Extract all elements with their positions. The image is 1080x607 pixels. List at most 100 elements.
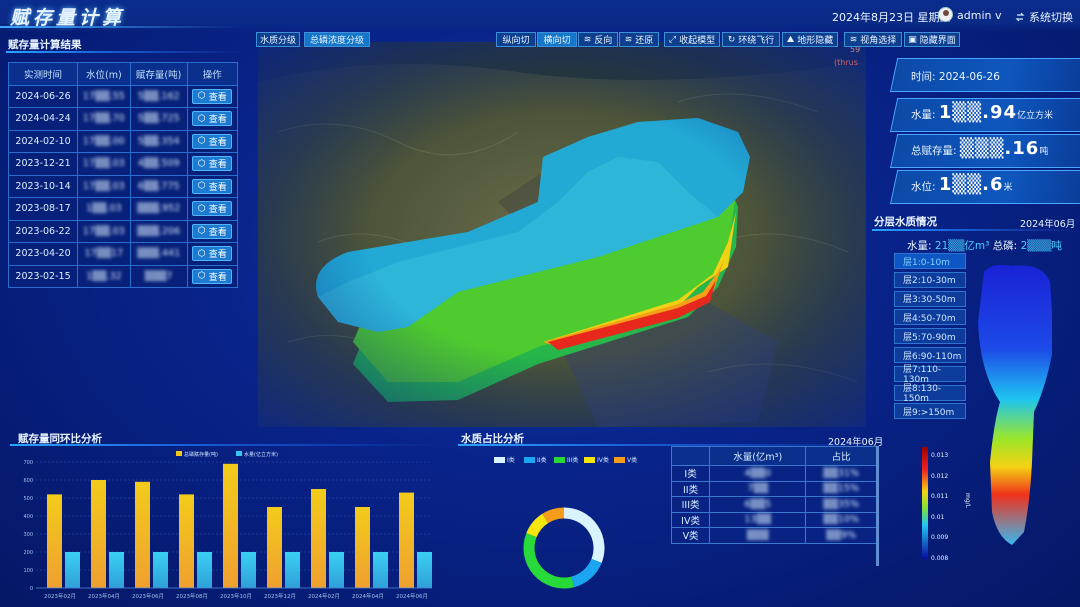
bar-water	[373, 552, 388, 588]
view-label: 查看	[208, 92, 227, 103]
user-menu[interactable]: admin v	[957, 9, 1001, 22]
cube-icon: ⬡	[197, 113, 206, 124]
row-action: ⬡ 查看	[186, 107, 239, 131]
hide-ui-button[interactable]: ▣ 隐藏界面	[904, 32, 960, 47]
header: 赋存量计算 2024年8月23日 星期五 admin v 系统切换	[0, 0, 1080, 32]
restore-button[interactable]: ≋ 还原	[619, 32, 659, 47]
longitudinal-cut-button[interactable]: 纵向切	[496, 32, 536, 47]
row-amount: 5▒▒.725	[129, 107, 188, 131]
layer-item[interactable]: 层3:30-50m	[894, 290, 966, 307]
view-button[interactable]: ⬡ 查看	[192, 178, 233, 194]
row-level: 17▒▒.03	[77, 174, 131, 198]
tab-tp-grade[interactable]: 总磷浓度分级	[304, 32, 370, 47]
wq-water-value: 13▒▒	[744, 514, 772, 526]
row-action: ⬡ 查看	[186, 152, 239, 176]
system-switch-button[interactable]: 系统切换	[1015, 9, 1073, 25]
view-button[interactable]: ⬡ 查看	[192, 133, 233, 149]
row-date: 2023-08-17	[7, 197, 79, 221]
water-value: 1▒▒.94	[938, 102, 1017, 123]
hide-ui-label: 隐藏界面	[919, 36, 956, 46]
col-action: 操作	[186, 62, 239, 86]
datetime: 2024年8月23日 星期五	[832, 9, 951, 25]
donut-slice	[563, 507, 605, 563]
legend-label: I类	[507, 457, 515, 464]
layer-item[interactable]: 层5:70-90m	[894, 328, 966, 345]
layer-item[interactable]: 层1:0-10m	[894, 253, 966, 269]
time-row: 时间: 2024-06-26	[911, 69, 1000, 84]
colorbar-tick: 0.01	[931, 513, 945, 521]
view-label: 查看	[208, 272, 227, 283]
colorbar-tick: 0.012	[931, 472, 949, 480]
bar-water	[241, 552, 256, 588]
view-button[interactable]: ⬡ 查看	[192, 223, 233, 239]
3d-map-view[interactable]	[258, 42, 866, 427]
row-level: 17▒▒.03	[77, 219, 131, 243]
y-tick-label: 100	[23, 568, 33, 574]
row-amount: 5▒▒.354	[129, 129, 188, 153]
calc-results-table: 实测时间 水位(m) 赋存量(吨) 操作 2024-06-26 17▒▒.55 …	[7, 62, 239, 288]
layer-item[interactable]: 层9:>150m	[894, 403, 966, 420]
bar-water	[153, 552, 168, 588]
wq-scrollbar[interactable]	[876, 446, 879, 566]
legend-item: I类	[494, 455, 515, 464]
water-label: 水量:	[911, 109, 936, 121]
storage-value: ▒▒▒.16	[959, 138, 1040, 159]
bar-tp	[267, 507, 282, 588]
collapse-model-button[interactable]: ⤢ 收起模型	[664, 32, 720, 47]
x-tick-label: 2023年08月	[176, 592, 208, 600]
transverse-cut-button[interactable]: 横向切	[537, 32, 577, 47]
avatar[interactable]	[938, 7, 953, 22]
view-button[interactable]: ⬡ 查看	[192, 246, 233, 262]
layer-date: 2024年06月	[1020, 219, 1076, 230]
row-amount-value: 5▒▒.354	[137, 135, 180, 147]
view-button[interactable]: ⬡ 查看	[192, 201, 233, 217]
y-tick-label: 0	[30, 586, 33, 592]
water-quality-table: 水量(亿m³) 占比 I类 4▒▒0 ▒▒31% II类 7▒▒ ▒▒15% III…	[670, 446, 877, 544]
wq-ratio: ▒▒35%	[805, 496, 877, 513]
layers-icon: ≋	[583, 34, 592, 45]
time-value: 2024-06-26	[938, 71, 1000, 83]
y-tick-label: 600	[23, 478, 33, 484]
water-unit: 亿立方米	[1017, 111, 1054, 121]
storage-label: 总赋存量:	[911, 145, 957, 157]
hide-terrain-button[interactable]: ⛰ 地形隐藏	[782, 32, 838, 47]
layer-p-label: 总磷:	[992, 240, 1018, 252]
bar-tp	[135, 481, 150, 588]
bar-water	[109, 552, 124, 588]
row-level-value: 1▒▒.32	[85, 270, 122, 282]
col-level: 水位(m)	[77, 62, 131, 86]
storage-row: 总赋存量: ▒▒▒.16吨	[911, 138, 1048, 159]
layer-item[interactable]: 层2:10-30m	[894, 271, 966, 288]
y-tick-label: 500	[23, 496, 33, 502]
row-amount: ▒▒▒.441	[129, 242, 188, 266]
view-button[interactable]: ⬡ 查看	[192, 88, 233, 104]
wq-ratio: ▒▒31%	[805, 465, 877, 482]
collapse-model-label: 收起模型	[679, 36, 716, 46]
wq-ratio-value: ▒▒9%	[826, 529, 856, 541]
table-row: 2024-02-10 17▒▒.00 5▒▒.354 ⬡ 查看	[7, 129, 239, 153]
wq-water: 4▒▒0	[709, 465, 807, 482]
table-row: 2023-06-22 17▒▒.03 ▒▒▒.206 ⬡ 查看	[7, 219, 239, 243]
reverse-button[interactable]: ≋ 反向	[578, 32, 618, 47]
layer-item[interactable]: 层7:110-130m	[894, 365, 966, 385]
overlay-text: (thrus	[834, 58, 858, 67]
bar-water	[329, 552, 344, 588]
row-level: 1▒▒.03	[77, 197, 131, 221]
restore-label: 还原	[635, 36, 654, 46]
view-select-button[interactable]: ≋ 视角选择	[844, 32, 902, 47]
row-date: 2023-12-21	[7, 152, 79, 176]
table-row: 2023-04-20 17▒▒17 ▒▒▒.441 ⬡ 查看	[7, 242, 239, 266]
row-amount-value: ▒▒▒.441	[137, 248, 181, 260]
layer-item[interactable]: 层6:90-110m	[894, 347, 966, 363]
view-button[interactable]: ⬡ 查看	[192, 268, 233, 284]
layer-item[interactable]: 层8:130-150m	[894, 384, 966, 404]
tab-water-quality-grade[interactable]: 水质分级	[256, 32, 300, 47]
row-amount-value: ▒▒▒.206	[137, 225, 181, 237]
wq-water-value: 7▒▒	[747, 483, 769, 495]
row-level-value: 1▒▒.03	[85, 203, 122, 215]
orbit-flight-button[interactable]: ↻ 环绕飞行	[722, 32, 780, 47]
view-button[interactable]: ⬡ 查看	[192, 111, 233, 127]
view-button[interactable]: ⬡ 查看	[192, 156, 233, 172]
layer-item[interactable]: 层4:50-70m	[894, 309, 966, 326]
wq-ratio: ▒▒15%	[805, 480, 877, 497]
